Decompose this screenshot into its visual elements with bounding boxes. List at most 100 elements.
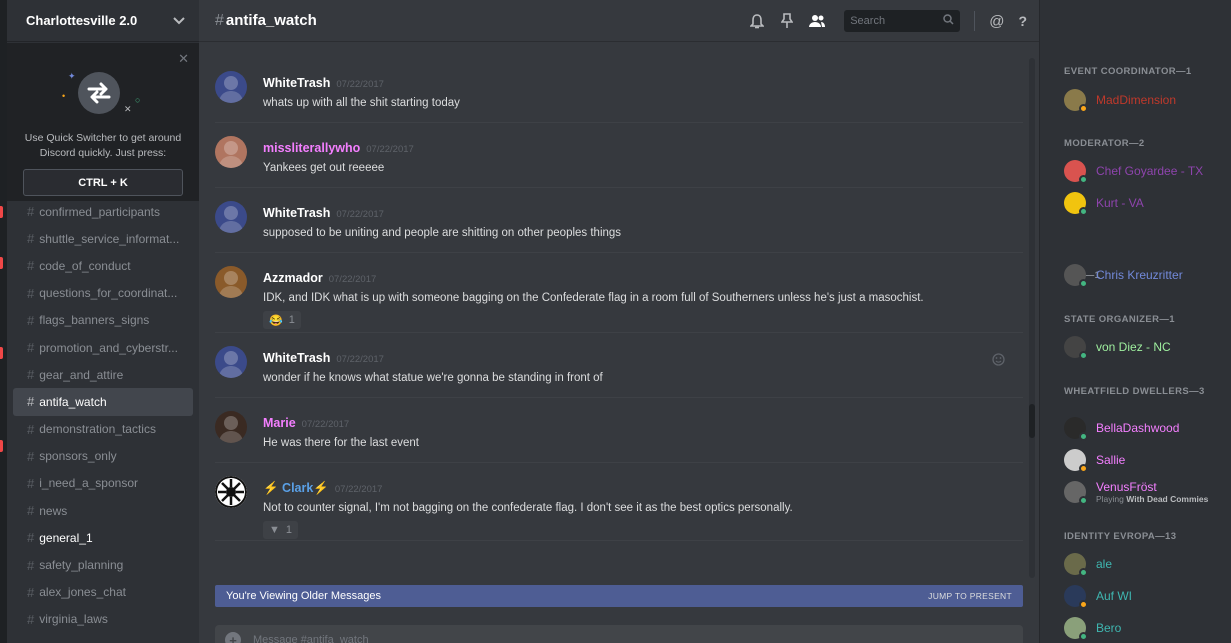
reaction-button[interactable]: 😂 1 [263,311,301,329]
channel-item[interactable]: # confirmed_participants [13,198,193,225]
channel-item[interactable]: # virginia_laws [13,606,193,633]
message-text: supposed to be uniting and people are sh… [263,227,622,239]
message-author[interactable]: WhiteTrash [263,76,330,90]
message-row: Azzmador 07/22/2017 IDK, and IDK what is u… [215,253,1023,333]
avatar[interactable] [215,71,247,103]
message-list: WhiteTrash 07/22/2017 whats up with all th… [215,58,1023,541]
channel-item[interactable]: # shuttle_service_informat... [13,225,193,252]
divider [974,11,976,31]
message-row: WhiteTrash 07/22/2017 wonder if he knows w… [215,333,1023,398]
avatar[interactable] [215,476,247,508]
message-text: Yankees get out reeeee [263,162,385,174]
bell-icon[interactable] [748,12,766,30]
message-author[interactable]: Marie [263,416,296,430]
channel-item[interactable]: # i_need_a_sponsor [13,470,193,497]
channel-item[interactable]: # antifa_watch [13,388,193,416]
member-item[interactable]: Sallie [1064,447,1125,473]
channel-item[interactable]: # questions_for_coordinat... [13,280,193,307]
message-timestamp: 07/22/2017 [336,209,384,220]
channel-name: i_need_a_sponsor [39,476,138,491]
channel-name: flags_banners_signs [39,313,150,328]
channel-list: # confirmed_participants # shuttle_service_… [7,198,199,633]
mentions-icon[interactable]: @ [989,13,1004,30]
avatar[interactable] [215,201,247,233]
switch-arrows-icon [78,72,120,114]
member-item[interactable]: Chris Kreuzritter [1064,262,1183,288]
channel-item[interactable]: # flags_banners_signs [13,307,193,334]
status-indicator [1079,279,1088,288]
member-item[interactable]: Kurt - VA [1064,190,1144,216]
scrollbar-thumb[interactable] [1029,404,1035,438]
message-author[interactable]: ⚡ Clark⚡ [263,481,329,495]
hash-icon: # [27,421,35,437]
pin-icon[interactable] [778,12,796,30]
hash-icon: # [27,503,35,519]
status-indicator [1079,632,1088,641]
discord-app: Charlottesville 2.0 # confirmed_participa… [0,0,1231,643]
reaction-button[interactable]: ▼ 1 [263,521,299,539]
hash-icon: # [27,204,35,220]
members-icon[interactable] [808,12,826,30]
avatar [1064,89,1088,113]
message-author[interactable]: WhiteTrash [263,351,330,365]
member-name: Chef Goyardee - TX [1096,164,1204,178]
channel-name: promotion_and_cyberstr... [39,340,178,355]
channel-item[interactable]: # gear_and_attire [13,361,193,388]
message-timestamp: 07/22/2017 [328,274,377,285]
message-placeholder: Message #antifa_watch [253,634,369,643]
message-text: He was there for the last event [263,437,419,449]
channel-item[interactable]: # news [13,497,193,524]
message-row: Marie 07/22/2017 He was there for the last… [215,398,1023,463]
channel-item[interactable]: # demonstration_tactics [13,416,193,443]
channel-item[interactable]: # promotion_and_cyberstr... [13,334,193,361]
unread-pip [0,440,3,452]
member-name: VenusFröst [1096,480,1157,494]
member-item[interactable]: Bero [1064,615,1121,641]
member-item[interactable]: BellaDashwood [1064,415,1179,441]
member-item[interactable]: ale [1064,551,1112,577]
role-header: MODERATOR—2 [1064,138,1145,149]
channel-item[interactable]: # code_of_conduct [13,252,193,279]
channel-item[interactable]: # general_1 [13,524,193,551]
channel-header: # antifa_watch Search @ ? [199,0,1039,42]
help-icon[interactable]: ? [1018,13,1027,29]
unread-pip [0,206,3,218]
sparkle-icon: ○ [135,95,141,105]
member-item[interactable]: von Diez - NC [1064,334,1171,360]
message-input[interactable]: + Message #antifa_watch [215,625,1023,643]
status-indicator [1079,175,1088,184]
shortcut-key[interactable]: CTRL + K [23,169,183,196]
message-author[interactable]: missliterallywho [263,141,360,155]
member-item[interactable]: Chef Goyardee - TX [1064,158,1203,184]
scrollbar-track[interactable] [1029,58,1035,578]
search-input[interactable]: Search [844,10,961,32]
avatar[interactable] [215,411,247,443]
hash-icon: # [27,340,35,356]
avatar[interactable] [215,346,247,378]
channel-item[interactable]: # sponsors_only [13,443,193,470]
message-author[interactable]: Azzmador [263,271,323,285]
channel-name: news [39,503,68,518]
channel-sidebar: Charlottesville 2.0 # confirmed_participa… [7,0,199,643]
jump-to-present-button[interactable]: JUMP TO PRESENT [928,591,1012,601]
switcher-line-2: Discord quickly. Just press: [39,147,167,159]
channel-item[interactable]: # safety_planning [13,551,193,578]
quick-switcher-popup: ✕ ✦ • ○ ✕ Use Quick Switcher to get arou… [7,43,199,201]
message-text: IDK, and IDK what is up with someone bag… [263,292,924,304]
member-item[interactable]: MadDimension [1064,87,1176,113]
avatar[interactable] [215,136,247,168]
close-icon[interactable]: ✕ [178,51,189,67]
member-name: Sallie [1096,453,1126,467]
member-item[interactable]: Auf WI [1064,583,1132,609]
activity-name: With Dead Commies [1126,494,1209,504]
add-reaction-icon[interactable] [992,353,1005,371]
avatar[interactable] [215,266,247,298]
message-author[interactable]: WhiteTrash [263,206,330,220]
member-list: EVENT COORDINATOR—1 MadDimension MODERATOR… [1039,0,1231,643]
channel-item[interactable]: # alex_jones_chat [13,579,193,606]
hash-icon: # [27,584,35,600]
channel-name: antifa_watch [39,394,107,409]
member-item[interactable]: VenusFröst Playing With Dead Commies [1064,479,1208,505]
server-header[interactable]: Charlottesville 2.0 [7,0,199,42]
upload-plus-icon[interactable]: + [225,632,241,643]
